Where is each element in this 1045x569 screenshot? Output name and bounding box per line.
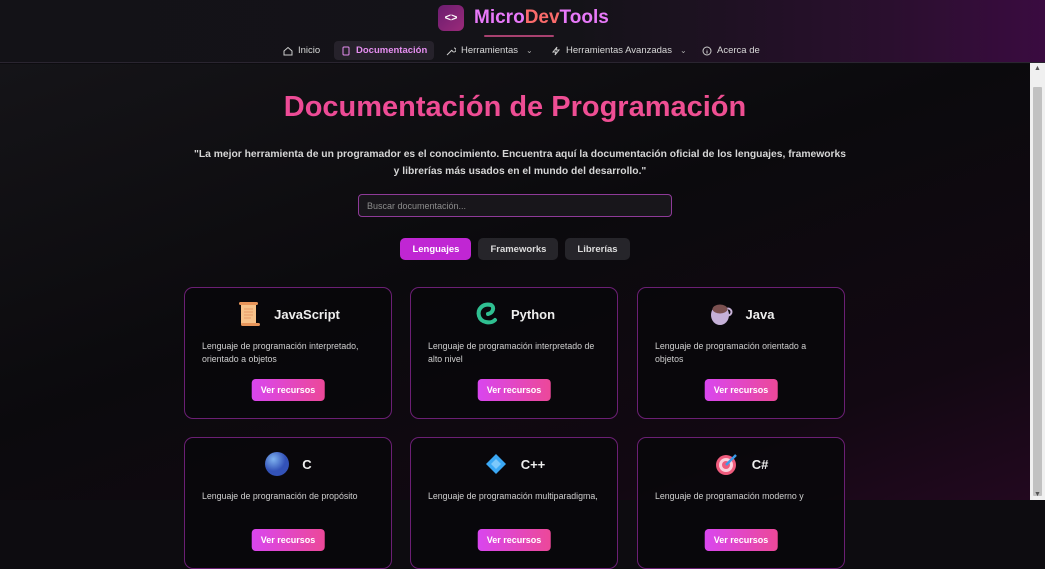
ver-recursos-button[interactable]: Ver recursos	[477, 529, 551, 551]
nav-label: Herramientas	[461, 45, 519, 56]
book-icon	[342, 46, 350, 55]
category-tabs: Lenguajes Frameworks Librerías	[0, 238, 1030, 260]
coffee-icon	[708, 301, 734, 327]
target-icon	[714, 451, 740, 477]
main-nav: Inicio Documentación Herramientas ⌄ Herra…	[0, 41, 1045, 61]
diamond-icon	[483, 451, 509, 477]
card-header: C++	[411, 451, 617, 477]
scrollbar-thumb[interactable]	[1033, 87, 1042, 496]
card-description: Lenguaje de programación interpretado, o…	[202, 341, 359, 364]
ver-recursos-button[interactable]: Ver recursos	[704, 379, 778, 401]
main-content: Documentación de Programación "La mejor …	[0, 64, 1030, 569]
card-title: JavaScript	[274, 306, 340, 322]
card-description: Lenguaje de programación orientado a obj…	[655, 341, 807, 364]
code-icon: <>	[438, 5, 464, 31]
card-description: Lenguaje de programación interpretado de…	[428, 341, 595, 364]
tab-lenguajes[interactable]: Lenguajes	[400, 238, 472, 260]
ver-recursos-button[interactable]: Ver recursos	[251, 379, 325, 401]
nav-herramientas[interactable]: Herramientas ⌄	[439, 41, 540, 60]
bolt-icon	[551, 46, 561, 55]
home-icon	[283, 46, 293, 55]
doc-card: Java Lenguaje de programación orientado a…	[637, 287, 845, 419]
search-input[interactable]	[358, 194, 672, 217]
card-title: Python	[510, 306, 556, 322]
doc-card: Python Lenguaje de programación interpret…	[410, 287, 618, 419]
doc-card: C# Lenguaje de programación moderno y Ver …	[637, 437, 845, 569]
nav-acerca-de[interactable]: Acerca de	[695, 41, 767, 60]
blue-circle-icon	[264, 451, 290, 477]
doc-card: JavaScript Lenguaje de programación inter…	[184, 287, 392, 419]
doc-card: C Lenguaje de programación de propósito Ve…	[184, 437, 392, 569]
card-title: C	[302, 456, 312, 472]
card-header: JavaScript	[185, 301, 391, 327]
scroll-down-icon[interactable]: ▼	[1034, 491, 1041, 498]
scroll-up-icon[interactable]: ▲	[1034, 65, 1041, 72]
wrench-icon	[446, 47, 456, 55]
nav-herramientas-avanzadas[interactable]: Herramientas Avanzadas ⌄	[544, 41, 694, 60]
ver-recursos-button[interactable]: Ver recursos	[477, 379, 551, 401]
nav-documentacion[interactable]: Documentación	[334, 41, 435, 60]
card-header: C#	[638, 451, 844, 477]
card-header: C	[185, 451, 391, 477]
card-header: Java	[638, 301, 844, 327]
page-title: Documentación de Programación	[0, 91, 1030, 124]
chevron-down-icon: ⌄	[679, 46, 687, 55]
tab-librerias[interactable]: Librerías	[565, 238, 630, 260]
doc-card: C++ Lenguaje de programación multiparadig…	[410, 437, 618, 569]
ver-recursos-button[interactable]: Ver recursos	[704, 529, 778, 551]
tab-frameworks[interactable]: Frameworks	[478, 238, 559, 260]
brand-name: MicroDevTools	[474, 7, 609, 28]
info-icon	[702, 46, 712, 55]
chevron-down-icon: ⌄	[526, 46, 533, 55]
brand[interactable]: <> MicroDevTools	[438, 5, 609, 31]
card-description: Lenguaje de programación moderno y	[655, 491, 804, 501]
nav-inicio[interactable]: Inicio	[276, 41, 327, 60]
snake-icon	[473, 301, 499, 327]
card-description: Lenguaje de programación multiparadigma,	[428, 491, 598, 501]
nav-label: Acerca de	[717, 45, 760, 56]
top-header: <> MicroDevTools Inicio Documentación He…	[0, 0, 1045, 63]
scrollbar[interactable]: ▲ ▼	[1030, 63, 1045, 500]
card-header: Python	[411, 301, 617, 327]
nav-label: Inicio	[298, 45, 321, 56]
card-title: Java	[745, 306, 775, 322]
ver-recursos-button[interactable]: Ver recursos	[251, 529, 325, 551]
card-title: C#	[751, 456, 769, 472]
scroll-icon	[236, 301, 262, 327]
nav-label: Documentación	[356, 45, 428, 56]
page-quote: "La mejor herramienta de un programador …	[193, 149, 847, 177]
nav-label: Herramientas Avanzadas	[566, 45, 672, 56]
card-description: Lenguaje de programación de propósito	[202, 491, 358, 501]
card-title: C++	[520, 456, 546, 472]
brand-underline	[484, 35, 554, 37]
